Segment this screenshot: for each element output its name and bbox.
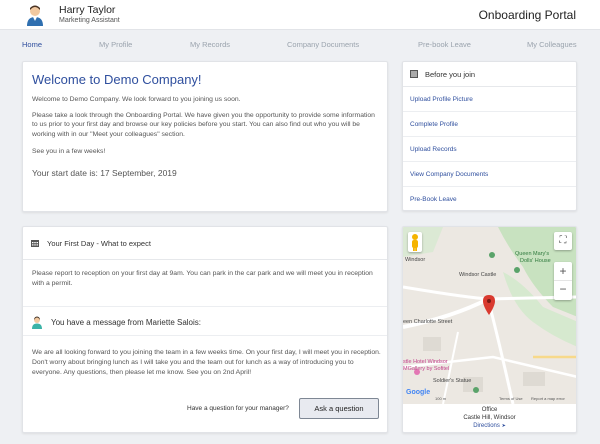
street-view-pegman[interactable] — [408, 232, 422, 252]
map-label-windsor: Windsor — [405, 257, 426, 263]
office-label: Office — [481, 407, 498, 413]
map-label-windsor-castle: Windsor Castle — [459, 272, 497, 278]
map-card: Windsor Queen Mary's Dolls' House Windso… — [402, 226, 577, 433]
welcome-title: Welcome to Demo Company! — [32, 72, 202, 87]
link-label[interactable]: Upload Records — [410, 146, 457, 153]
user-name: Harry Taylor — [59, 4, 116, 16]
office-map[interactable] — [403, 227, 577, 404]
map-terms-link[interactable]: Terms of Use — [499, 396, 523, 401]
manager-avatar-icon — [32, 316, 42, 329]
link-label[interactable]: Pre-Book Leave — [410, 196, 457, 203]
directions-label[interactable]: Directions — [473, 423, 500, 429]
user-role: Marketing Assistant — [59, 17, 120, 24]
map-label-queen-charlotte: een Charlotte Street — [403, 319, 453, 325]
ask-question-button[interactable]: Ask a question — [299, 398, 379, 419]
link-upload-profile-picture[interactable]: Upload Profile Picture — [403, 87, 576, 112]
message-header: You have a message from Mariette Salois: — [51, 318, 202, 327]
welcome-card: Welcome to Demo Company! Welcome to Demo… — [22, 61, 388, 212]
link-complete-profile[interactable]: Complete Profile — [403, 112, 576, 137]
first-day-title: Your First Day - What to expect — [47, 239, 151, 248]
welcome-paragraph-3: See you in a few weeks! — [32, 148, 106, 155]
nav-pre-book-leave[interactable]: Pre-book Leave — [418, 40, 471, 49]
map-label-soldiers-statue: Soldier's Statue — [433, 378, 472, 384]
link-view-company-documents[interactable]: View Company Documents — [403, 162, 576, 187]
start-date: Your start date is: 17 September, 2019 — [32, 168, 177, 178]
pegman-icon — [412, 234, 418, 251]
map-label-dolls-house: Dolls' House — [520, 258, 551, 264]
office-address: Castle Hill, Windsor — [463, 415, 516, 421]
zoom-controls: + − — [554, 262, 572, 300]
nav-my-colleagues[interactable]: My Colleagues — [527, 40, 577, 49]
welcome-paragraph-1: Welcome to Demo Company. We look forward… — [32, 96, 241, 103]
link-pre-book-leave[interactable]: Pre-Book Leave — [403, 187, 576, 212]
link-label[interactable]: Upload Profile Picture — [410, 96, 473, 103]
directions-link[interactable]: Directions ➤ — [403, 423, 576, 429]
nav-company-documents[interactable]: Company Documents — [287, 40, 359, 49]
zoom-in-button[interactable]: + — [554, 262, 572, 281]
top-header: Harry Taylor Marketing Assistant Onboard… — [0, 0, 600, 30]
portal-title: Onboarding Portal — [478, 8, 576, 22]
navigation-arrow-icon: ➤ — [501, 423, 506, 429]
plus-icon: + — [559, 264, 567, 278]
main-nav: Home My Profile My Records Company Docum… — [0, 32, 600, 56]
user-avatar[interactable] — [25, 4, 45, 26]
avatar-icon — [27, 5, 43, 26]
before-you-join-card: Before you join Upload Profile Picture C… — [402, 61, 577, 211]
map-scale: 100 m — [435, 396, 447, 401]
link-label[interactable]: Complete Profile — [410, 121, 458, 128]
first-day-header: Your First Day - What to expect — [23, 227, 387, 260]
park-marker-icon — [514, 267, 520, 273]
nav-home[interactable]: Home — [22, 40, 42, 49]
calendar-icon — [31, 240, 39, 247]
map-report-link[interactable]: Report a map error — [531, 396, 565, 401]
link-label[interactable]: View Company Documents — [410, 171, 488, 178]
minus-icon: − — [559, 282, 567, 296]
map-label-mgallery: MGallery by Sofitel — [403, 366, 450, 372]
link-upload-records[interactable]: Upload Records — [403, 137, 576, 162]
map-label-castle-hotel: stle Hotel Windsor — [403, 359, 448, 365]
park-marker-icon — [473, 387, 479, 393]
question-label: Have a question for your manager? — [187, 405, 289, 412]
nav-my-profile[interactable]: My Profile — [99, 40, 132, 49]
nav-my-records[interactable]: My Records — [190, 40, 230, 49]
message-body: We are all looking forward to you joinin… — [32, 349, 381, 376]
map-label-queen-marys: Queen Mary's — [515, 251, 550, 257]
fullscreen-icon: ⛶ — [559, 235, 567, 246]
before-you-join-header: Before you join — [403, 62, 576, 87]
list-icon — [410, 70, 418, 78]
zoom-out-button[interactable]: − — [554, 281, 572, 300]
first-day-card: Your First Day - What to expect Please r… — [22, 226, 388, 433]
before-you-join-title: Before you join — [425, 70, 476, 79]
first-day-body: Please report to reception on your first… — [32, 270, 373, 287]
park-marker-icon — [489, 252, 495, 258]
fullscreen-button[interactable]: ⛶ — [554, 232, 572, 250]
google-logo: Google — [406, 389, 431, 396]
map-footer: Office Castle Hill, Windsor Directions ➤ — [403, 404, 576, 432]
message-header-row: You have a message from Mariette Salois: — [23, 306, 387, 336]
welcome-paragraph-2: Please take a look through the Onboardin… — [32, 112, 375, 138]
